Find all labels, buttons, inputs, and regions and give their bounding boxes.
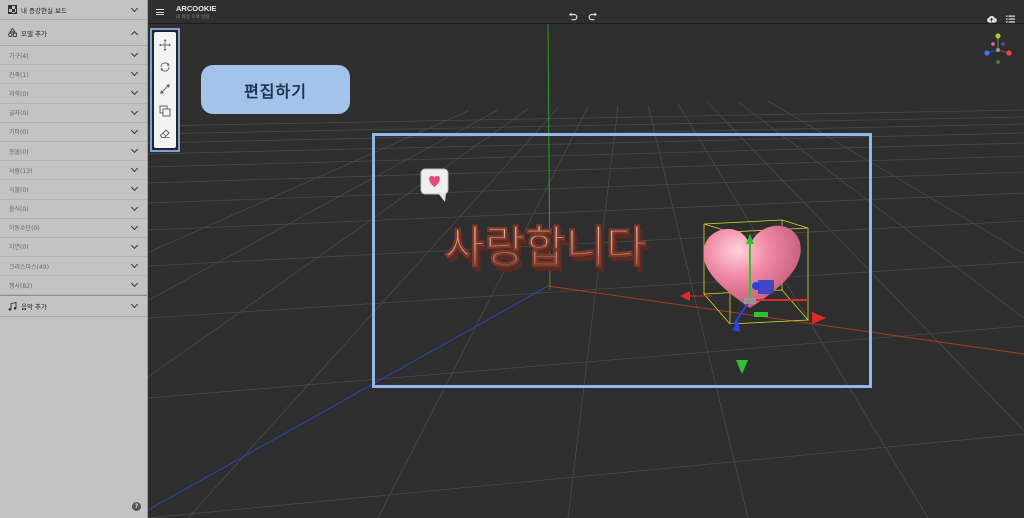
chevron-down-icon [131, 89, 139, 97]
section-add-music-label: 음악 추가 [21, 303, 47, 312]
move-icon [159, 39, 171, 51]
category-list: 가구(4) 건축(1) 과학(0) 글자(0) 기타(0) 동물(0) 사람(1… [0, 46, 147, 296]
sidebar-item-label: 동물(0) [9, 148, 29, 156]
chevron-up-icon [131, 29, 139, 37]
section-add-model-label: 모델 추가 [21, 29, 47, 38]
section-add-music[interactable]: 음악 추가 [0, 295, 147, 318]
grid-icon [8, 5, 17, 14]
sidebar-item-label: 기타(0) [9, 129, 29, 137]
rotate-icon [160, 62, 170, 72]
sidebar-item-label: 식물(0) [9, 186, 29, 194]
section-add-model[interactable]: 모델 추가 [0, 20, 147, 46]
eraser-icon [159, 129, 170, 138]
cloud-upload-icon[interactable] [986, 8, 997, 23]
sidebar-item-label: 과학(0) [9, 90, 29, 98]
sidebar: 내 증강현실 보드 모델 추가 가구(4) 건축(1) 과학(0) 글자(0) … [0, 0, 148, 518]
sidebar-item-label: 음식(0) [9, 206, 29, 214]
music-note-icon [8, 301, 17, 311]
sidebar-item-label: 글자(0) [9, 110, 29, 118]
sidebar-item-christmas[interactable]: 크리스마스(49) [0, 257, 147, 277]
edit-mode-badge[interactable]: 편집하기 [201, 65, 350, 114]
hamburger-icon[interactable] [156, 9, 164, 15]
chevron-down-icon [131, 128, 139, 136]
chevron-down-icon [131, 243, 139, 251]
sidebar-item-label: 사람(13) [9, 167, 33, 175]
chevron-down-icon [131, 166, 139, 174]
sidebar-item-label: 건축(1) [9, 71, 29, 79]
transform-gizmo-arrows[interactable] [672, 286, 832, 376]
duplicate-icon [159, 105, 171, 117]
chevron-down-icon [131, 70, 139, 78]
scene-text: 사랑합니다 [444, 222, 646, 273]
app-title: ARCOOKIE [176, 4, 217, 13]
sidebar-item-etc[interactable]: 기타(0) [0, 123, 147, 142]
scale-icon [160, 84, 170, 94]
app-subtitle: 내 좌상 오제 날림 [176, 15, 210, 20]
heart-speech-bubble-model[interactable] [420, 168, 450, 204]
top-bar: ARCOOKIE 내 좌상 오제 날림 [148, 0, 1024, 24]
sidebar-item-label: 가구(4) [9, 52, 29, 60]
transform-toolbox [150, 28, 180, 152]
chevron-down-icon [131, 6, 139, 14]
chevron-down-icon [131, 147, 139, 155]
scale-tool-button[interactable] [157, 78, 173, 100]
shapes-icon [8, 27, 17, 37]
sidebar-item-nature[interactable]: 자연(0) [0, 238, 147, 258]
chevron-down-icon [131, 302, 139, 310]
chevron-down-icon [131, 109, 139, 117]
redo-icon[interactable] [588, 7, 598, 21]
sidebar-item-vehicles[interactable]: 이동수단(0) [0, 219, 147, 238]
undo-icon[interactable] [568, 7, 578, 21]
erase-tool-button[interactable] [157, 122, 173, 144]
section-ar-board[interactable]: 내 증강현실 보드 [0, 0, 147, 20]
sidebar-item-architecture[interactable]: 건축(1) [0, 65, 147, 85]
sidebar-item-plants[interactable]: 식물(0) [0, 180, 147, 200]
sidebar-item-people[interactable]: 사람(13) [0, 161, 147, 181]
sidebar-item-furniture[interactable]: 가구(4) [0, 46, 147, 66]
sidebar-item-science[interactable]: 과학(0) [0, 84, 147, 104]
chevron-down-icon [131, 205, 139, 213]
sidebar-item-label: 크리스마스(49) [9, 263, 49, 271]
sidebar-item-label: 자연(0) [9, 244, 29, 252]
chevron-down-icon [131, 262, 139, 270]
sidebar-item-letters[interactable]: 글자(0) [0, 104, 147, 123]
sidebar-item-animals[interactable]: 동물(0) [0, 142, 147, 162]
section-ar-board-label: 내 증강현실 보드 [21, 6, 67, 15]
chevron-down-icon [131, 185, 139, 193]
move-tool-button[interactable] [157, 34, 173, 56]
duplicate-tool-button[interactable] [157, 100, 173, 122]
sliders-icon[interactable] [1006, 8, 1015, 23]
sidebar-item-food[interactable]: 음식(0) [0, 200, 147, 219]
chevron-down-icon [131, 281, 139, 289]
rotate-tool-button[interactable] [157, 56, 173, 78]
love-text-3d-model[interactable]: 사랑합니다 사랑합니다 [436, 200, 696, 290]
sidebar-item-events[interactable]: 행사(82) [0, 276, 147, 296]
sidebar-item-label: 행사(82) [9, 282, 33, 290]
chevron-down-icon [131, 51, 139, 59]
help-icon[interactable]: ? [132, 502, 141, 511]
chevron-down-icon [131, 224, 139, 232]
sidebar-item-label: 이동수단(0) [9, 225, 40, 233]
axis-gizmo[interactable] [982, 32, 1014, 68]
